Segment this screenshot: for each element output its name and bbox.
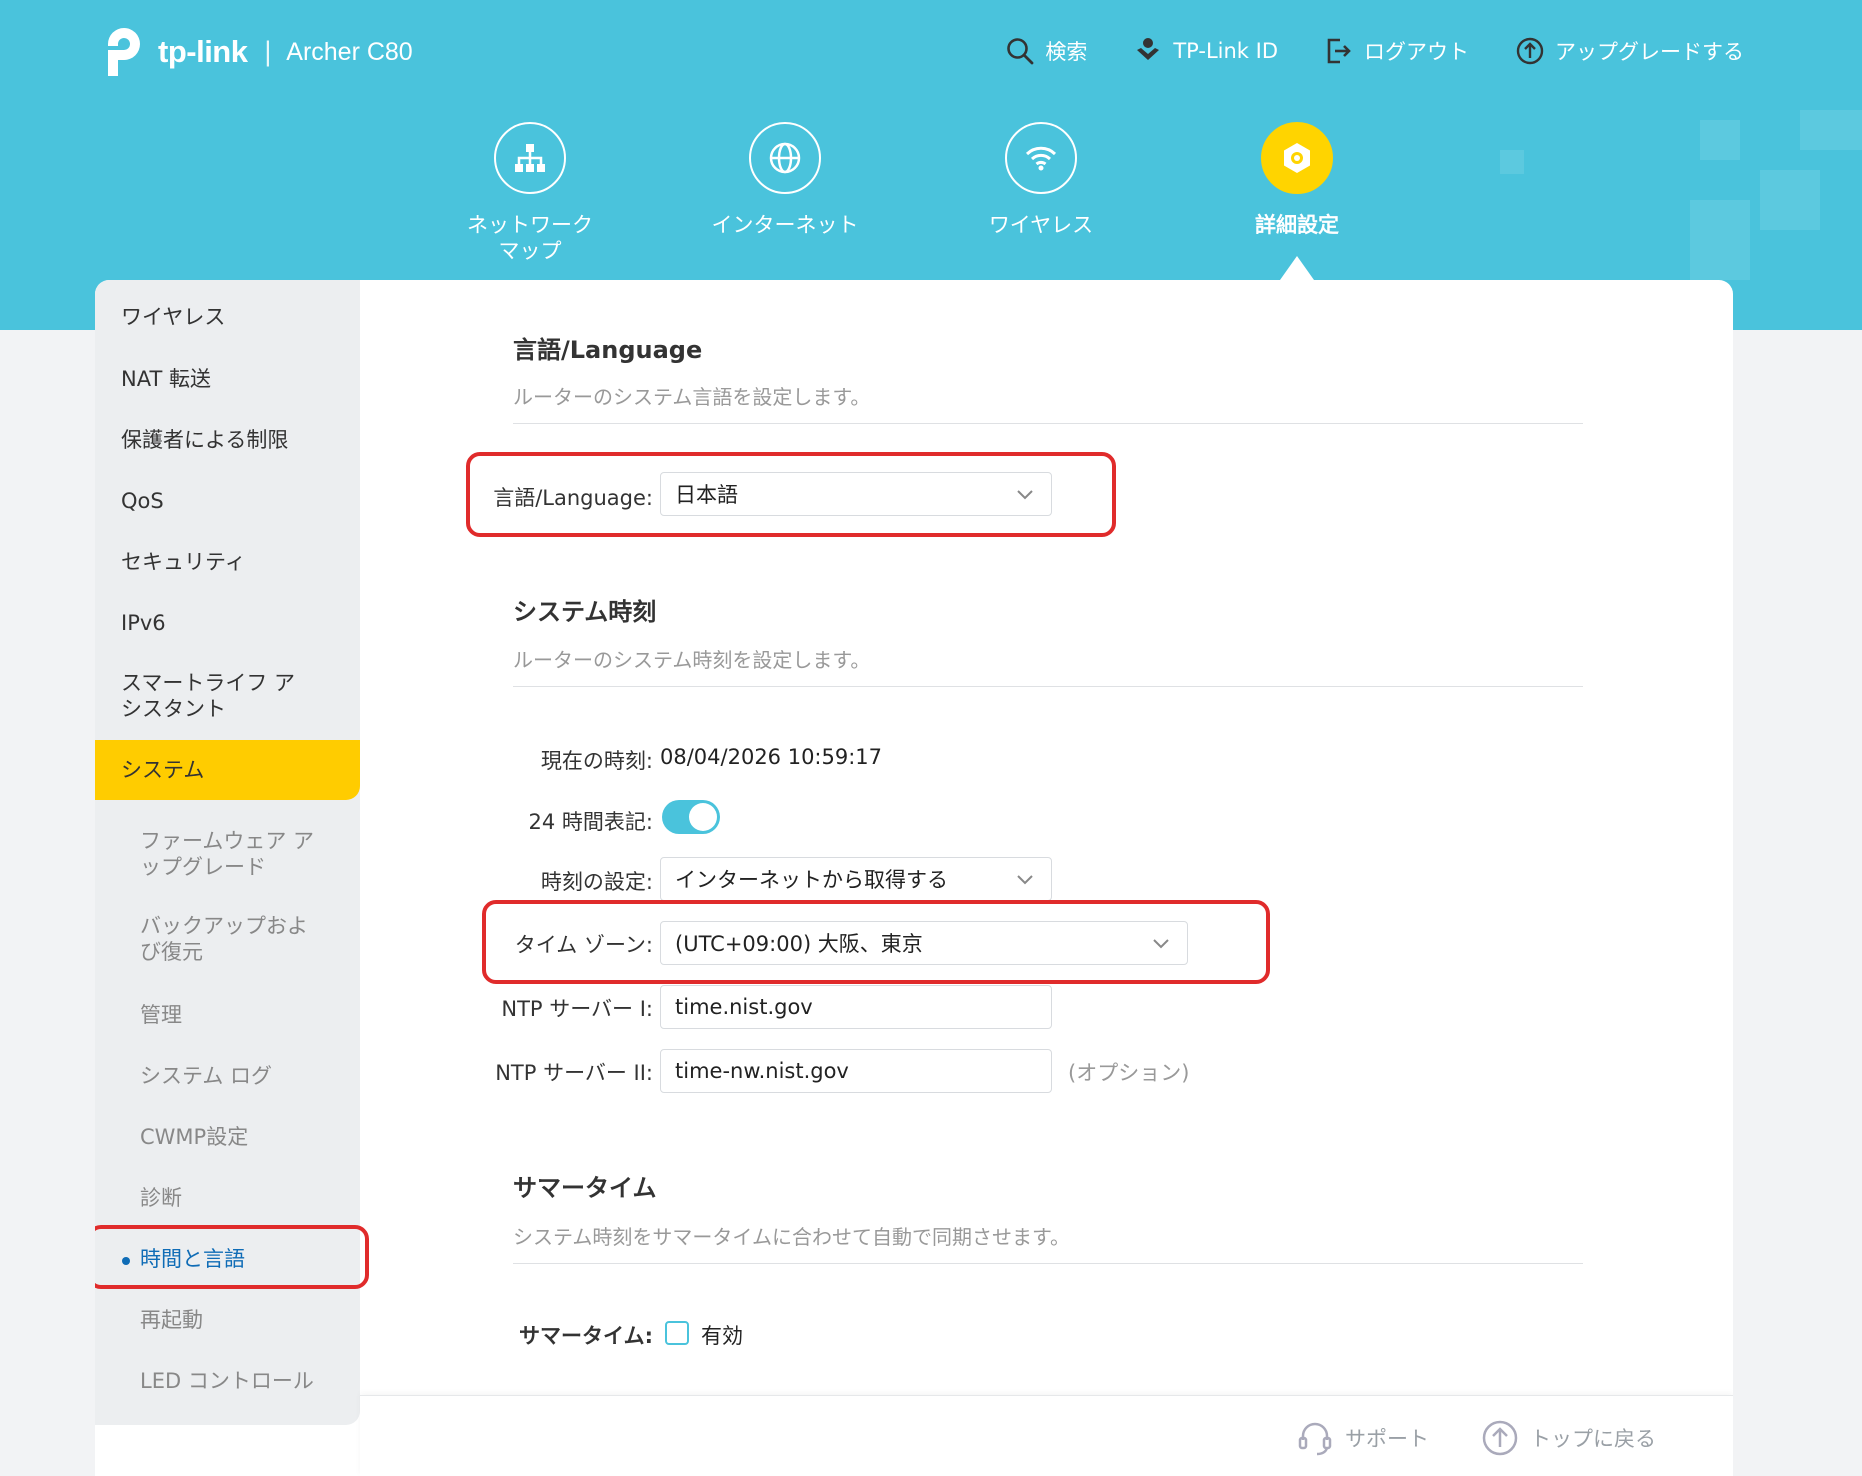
model-name: Archer C80 — [286, 37, 413, 66]
active-tab-pointer — [1280, 256, 1314, 280]
tplink-id-label: TP-Link ID — [1173, 39, 1278, 63]
brand[interactable]: tp-link | Archer C80 — [94, 22, 413, 82]
sidebar-subitem-administration[interactable]: 管理 — [140, 1002, 182, 1028]
main-navigation: ネットワーク マップ インターネット ワイヤレス 詳細設定 — [0, 122, 1862, 272]
sidebar-subitem-cwmp[interactable]: CWMP設定 — [140, 1124, 248, 1150]
brand-wordmark: tp-link — [158, 34, 248, 69]
support-link[interactable]: サポート — [1295, 1418, 1429, 1458]
ntp-server-2-input[interactable]: time-nw.nist.gov — [660, 1049, 1052, 1093]
sidebar-subitem-reboot[interactable]: 再起動 — [140, 1307, 203, 1333]
language-section-desc: ルーターのシステム言語を設定します。 — [513, 385, 871, 409]
brand-separator: | — [263, 37, 273, 67]
24-hour-format-toggle[interactable] — [662, 800, 720, 834]
upgrade-icon — [1516, 37, 1544, 65]
internet-icon — [749, 122, 821, 194]
divider — [513, 1263, 1583, 1264]
ntp-server-1-input[interactable]: time.nist.gov — [660, 985, 1052, 1029]
toggle-knob — [689, 803, 717, 831]
highlight-box-language — [466, 452, 1116, 537]
back-to-top-label: トップに戻る — [1530, 1427, 1656, 1451]
back-to-top-link[interactable]: トップに戻る — [1480, 1418, 1656, 1458]
upgrade-button[interactable]: アップグレードする — [1515, 36, 1744, 66]
ntp-server-2-optional: (オプション) — [1068, 1061, 1190, 1085]
tab-internet-label: インターネット — [711, 213, 859, 237]
logout-button[interactable]: ログアウト — [1324, 36, 1469, 66]
sidebar-item-parental-controls[interactable]: 保護者による制限 — [121, 427, 288, 453]
system-time-section-title: システム時刻 — [513, 598, 657, 626]
tab-network-map[interactable]: ネットワーク マップ — [440, 122, 620, 264]
tab-advanced[interactable]: 詳細設定 — [1207, 122, 1387, 238]
content-card: ワイヤレス NAT 転送 保護者による制限 QoS セキュリティ IPv6 スマ… — [95, 280, 1733, 1476]
ntp-server-1-label: NTP サーバー I: — [501, 997, 653, 1021]
current-time-value: 08/04/2026 10:59:17 — [660, 745, 883, 769]
sidebar-item-smart-life[interactable]: スマートライフ ア シスタント — [121, 670, 295, 722]
time-setting-select-value: インターネットから取得する — [675, 868, 948, 892]
tab-wireless[interactable]: ワイヤレス — [951, 122, 1131, 238]
divider — [513, 686, 1583, 687]
highlight-box-time-language — [95, 1225, 369, 1289]
search-button[interactable]: 検索 — [1005, 36, 1087, 66]
tab-wireless-label: ワイヤレス — [988, 213, 1094, 237]
dst-section-title: サマータイム — [513, 1174, 657, 1202]
sidebar-subitem-firmware-upgrade[interactable]: ファームウェア ア ップグレード — [140, 828, 314, 880]
logout-label: ログアウト — [1364, 40, 1469, 64]
ntp-server-1-value: time.nist.gov — [675, 995, 813, 1019]
sidebar-subitem-led-control[interactable]: LED コントロール — [140, 1368, 314, 1394]
time-setting-label: 時刻の設定: — [540, 870, 653, 894]
divider — [513, 423, 1583, 424]
sidebar-item-security[interactable]: セキュリティ — [121, 549, 246, 575]
network-map-icon — [494, 122, 566, 194]
tab-advanced-label: 詳細設定 — [1255, 213, 1339, 237]
upgrade-label: アップグレードする — [1555, 40, 1744, 64]
sidebar-subitem-diagnostics[interactable]: 診断 — [140, 1185, 182, 1211]
ntp-server-2-value: time-nw.nist.gov — [675, 1059, 849, 1083]
logout-icon — [1327, 38, 1351, 64]
24-hour-format-label: 24 時間表記: — [528, 810, 653, 834]
sidebar-item-system[interactable]: システム — [121, 757, 204, 783]
main-panel: 言語/Language ルーターのシステム言語を設定します。 言語/Langua… — [360, 280, 1733, 1476]
advanced-gear-icon — [1261, 122, 1333, 194]
headset-icon — [1298, 1422, 1332, 1456]
highlight-box-time-zone — [482, 900, 1270, 984]
search-label: 検索 — [1045, 40, 1088, 64]
sidebar-subitem-system-log[interactable]: システム ログ — [140, 1063, 272, 1089]
tplink-id-button[interactable]: TP-Link ID — [1133, 36, 1278, 66]
search-icon — [1007, 38, 1034, 65]
sidebar-item-ipv6[interactable]: IPv6 — [121, 610, 166, 636]
tplink-logo-icon — [94, 22, 154, 82]
footer: サポート トップに戻る — [360, 1395, 1733, 1476]
dst-enable-label: 有効 — [701, 1324, 743, 1348]
sidebar-item-wireless[interactable]: ワイヤレス — [121, 304, 225, 330]
wireless-icon — [1005, 122, 1077, 194]
dst-section-desc: システム時刻をサマータイムに合わせて自動で同期させます。 — [513, 1225, 1070, 1249]
support-label: サポート — [1345, 1427, 1429, 1451]
ntp-server-2-label: NTP サーバー II: — [495, 1061, 653, 1085]
sidebar-item-qos[interactable]: QoS — [121, 488, 164, 514]
system-time-section-desc: ルーターのシステム時刻を設定します。 — [513, 648, 871, 672]
top-navigation: 検索 TP-Link ID ログアウト アップグレードする — [1005, 36, 1744, 66]
language-section-title: 言語/Language — [513, 336, 703, 364]
dst-enable-checkbox[interactable] — [665, 1321, 689, 1345]
dst-label: サマータイム: — [519, 1324, 653, 1348]
current-time-label: 現在の時刻: — [540, 749, 653, 773]
chevron-down-icon — [1017, 875, 1033, 885]
sidebar-subitem-backup-restore[interactable]: バックアップおよ び復元 — [140, 913, 308, 965]
time-setting-select[interactable]: インターネットから取得する — [660, 857, 1052, 901]
tab-network-map-label: ネットワーク マップ — [467, 213, 593, 263]
tplink-id-icon — [1137, 38, 1160, 60]
tab-internet[interactable]: インターネット — [695, 122, 875, 238]
arrow-up-circle-icon — [1482, 1420, 1518, 1456]
sidebar-item-nat-forwarding[interactable]: NAT 転送 — [121, 366, 211, 392]
